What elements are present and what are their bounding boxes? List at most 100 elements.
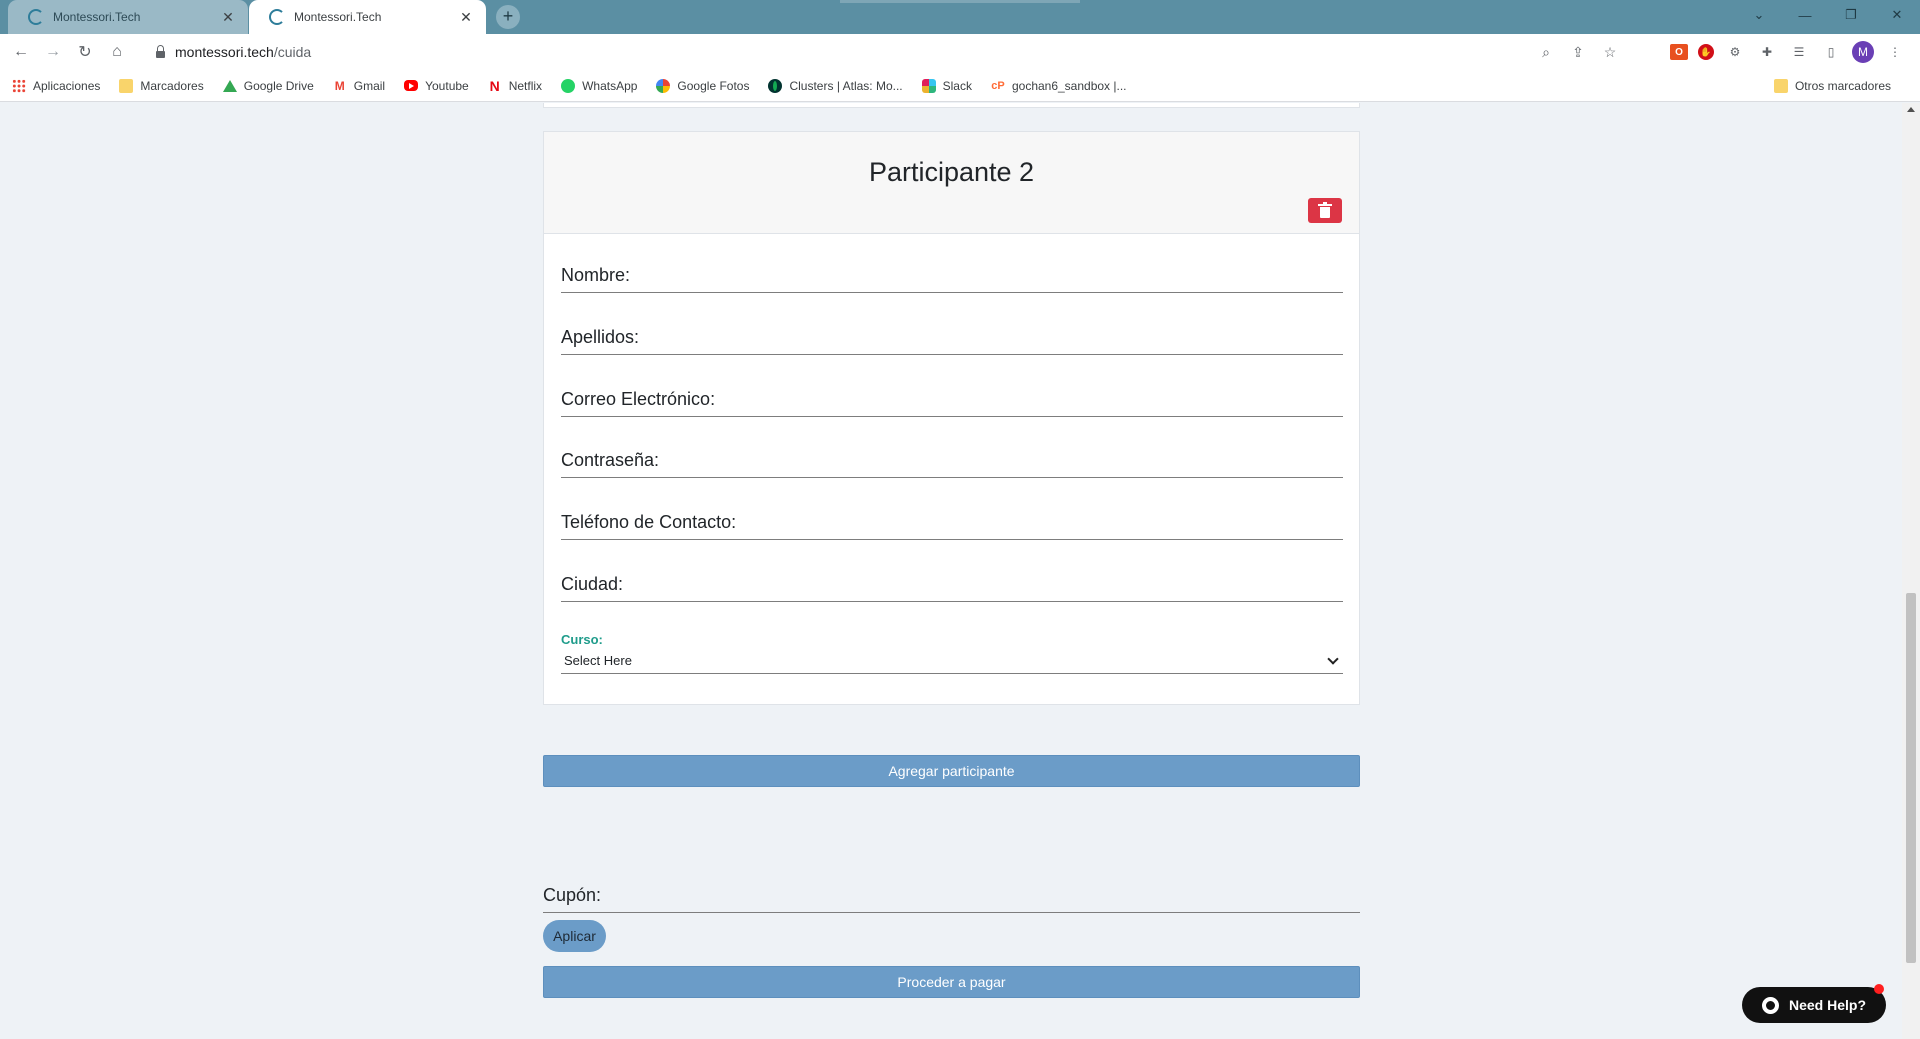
bookmark-otros-marcadores[interactable]: Otros marcadores [1773,79,1891,93]
restore-icon[interactable]: ❐ [1828,0,1874,30]
bookmark-postman[interactable]: cP gochan6_sandbox |... [991,78,1127,93]
reload-icon[interactable]: ↻ [74,41,96,63]
coupon-input[interactable] [543,877,1360,912]
close-tab-icon[interactable]: ✕ [458,9,474,26]
nombre-input[interactable] [561,257,1343,292]
apply-coupon-button[interactable]: Aplicar [543,920,606,952]
email-field[interactable]: Correo Electrónico: [561,381,1343,417]
bookmark-slack[interactable]: Slack [921,78,972,93]
password-input[interactable] [561,442,1343,477]
url-path: /cuida [273,44,312,60]
browser-tab-2[interactable]: Montessori.Tech ✕ [249,0,486,34]
apellidos-field[interactable]: Apellidos: [561,319,1343,355]
phone-field[interactable]: Teléfono de Contacto: [561,504,1343,540]
home-icon[interactable]: ⌂ [106,41,128,63]
share-icon[interactable]: ⇪ [1568,41,1588,63]
bookmark-label: WhatsApp [582,78,638,93]
side-panel-icon[interactable]: ▯ [1820,41,1842,63]
scrollbar-thumb[interactable] [1906,593,1916,963]
slack-icon [921,78,936,93]
tab-strip-highlight [840,0,1080,3]
bookmark-netflix[interactable]: N Netflix [488,79,542,93]
browser-tab-bar: Montessori.Tech ✕ Montessori.Tech ✕ + ⌄ … [0,0,1920,34]
settings-gear-icon[interactable]: ⚙ [1724,41,1746,63]
bookmark-marcadores[interactable]: Marcadores [119,78,204,93]
apps-grid-icon [12,78,26,93]
adblock-extension-icon[interactable]: ✋ [1698,44,1714,60]
browser-toolbar: ← → ↻ ⌂ montessori.tech/cuida ⌕ ⇪ ☆ O ✋ … [0,34,1920,70]
mongodb-icon [768,78,783,93]
bookmark-label: Clusters | Atlas: Mo... [789,78,903,93]
folder-icon [119,78,134,93]
need-help-label: Need Help? [1789,997,1867,1013]
bookmark-label: gochan6_sandbox |... [1011,78,1127,93]
folder-icon [1773,79,1788,93]
url-bar[interactable]: montessori.tech/cuida [144,38,1554,66]
new-tab-button[interactable]: + [496,5,520,29]
netflix-icon: N [489,77,500,94]
bookmark-label: Marcadores [140,78,204,93]
apellidos-input[interactable] [561,319,1343,354]
curso-select[interactable]: Select Here [561,648,1343,674]
minimize-icon[interactable]: — [1782,0,1828,30]
montessori-favicon-icon [28,9,44,25]
postman-icon: cP [991,79,1005,92]
phone-input[interactable] [561,504,1343,539]
page-content: Participante 2 Nombre: Apellidos: Correo… [0,103,1902,1039]
window-controls: ⌄ — ❐ ✕ [1736,0,1920,30]
city-field[interactable]: Ciudad: [561,566,1343,602]
youtube-icon [404,80,419,91]
bookmark-label: Google Fotos [677,78,750,93]
email-input[interactable] [561,381,1343,416]
url-host: montessori.tech [175,44,274,60]
extensions-area: O ✋ ⚙ ✚ ☰ ▯ M ⋮ [1670,41,1906,63]
tab-title: Montessori.Tech [294,10,382,24]
curso-selected-value: Select Here [564,653,632,668]
bookmark-atlas[interactable]: Clusters | Atlas: Mo... [768,78,903,93]
bookmark-label: Google Drive [243,78,314,93]
forward-arrow-icon[interactable]: → [42,41,64,63]
scroll-up-arrow-icon[interactable] [1907,107,1915,112]
bookmark-google-fotos[interactable]: Google Fotos [656,78,750,93]
bookmarks-bar: Aplicaciones Marcadores Google Drive M Gm… [0,70,1920,102]
whatsapp-icon [561,78,576,93]
password-field[interactable]: Contraseña: [561,442,1343,478]
bookmark-label: Youtube [425,78,469,93]
tab-search-chevron-icon[interactable]: ⌄ [1736,0,1782,30]
bookmark-youtube[interactable]: Youtube [404,79,469,93]
reading-list-icon[interactable]: ☰ [1788,41,1810,63]
back-arrow-icon[interactable]: ← [10,41,32,63]
lifebuoy-icon [1762,996,1779,1014]
menu-kebab-icon[interactable]: ⋮ [1884,41,1906,63]
close-tab-icon[interactable]: ✕ [220,9,236,26]
participant-card-header: Participante 2 [544,132,1359,234]
extensions-puzzle-icon[interactable]: ✚ [1756,41,1778,63]
add-participant-button[interactable]: Agregar participante [543,755,1360,787]
gmail-icon: M [334,78,345,93]
notification-dot [1874,984,1884,994]
need-help-button[interactable]: Need Help? [1742,984,1886,1023]
bookmark-whatsapp[interactable]: WhatsApp [561,78,638,93]
nombre-field[interactable]: Nombre: [561,257,1343,293]
coupon-field[interactable]: Cupón: [543,877,1360,913]
browser-tab-1[interactable]: Montessori.Tech ✕ [8,0,248,34]
bookmark-gmail[interactable]: M Gmail [333,79,385,93]
previous-participant-card [543,103,1360,108]
zoom-icon[interactable]: ⌕ [1536,41,1556,63]
office-extension-icon[interactable]: O [1670,44,1688,60]
montessori-favicon-icon [269,9,285,25]
profile-avatar[interactable]: M [1852,41,1874,63]
participant-card: Participante 2 Nombre: Apellidos: Correo… [543,131,1360,705]
delete-participant-button[interactable] [1308,198,1342,223]
proceed-to-pay-button[interactable]: Proceder a pagar [543,966,1360,998]
bookmark-label: Otros marcadores [1794,79,1891,93]
google-drive-icon [222,79,237,92]
city-input[interactable] [561,566,1343,601]
bookmark-label: Gmail [353,78,386,93]
bookmark-star-icon[interactable]: ☆ [1600,41,1620,63]
vertical-scrollbar[interactable] [1902,103,1920,1039]
close-window-icon[interactable]: ✕ [1874,0,1920,30]
bookmark-google-drive[interactable]: Google Drive [222,78,314,93]
url-actions: ⌕ ⇪ ☆ [1536,41,1620,63]
bookmark-aplicaciones[interactable]: Aplicaciones [12,78,100,93]
